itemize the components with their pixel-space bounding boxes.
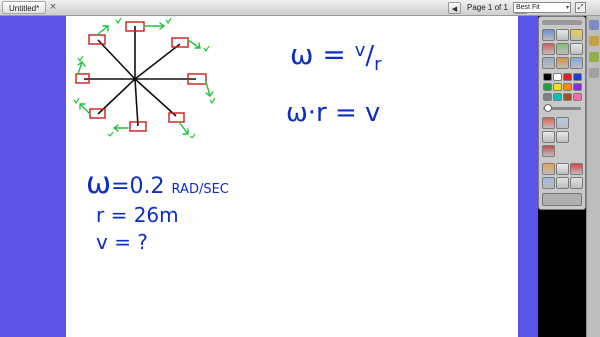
keyboard-icon[interactable] xyxy=(542,177,555,189)
gallery-icon[interactable] xyxy=(589,36,599,46)
velocity-arrow xyxy=(205,81,214,97)
given-omega-symbol: ω xyxy=(86,166,112,201)
spoke-line xyxy=(134,78,177,117)
attachments-icon[interactable] xyxy=(589,52,599,62)
color-swatch[interactable] xyxy=(563,93,572,101)
side-panel xyxy=(586,16,600,337)
color-swatch[interactable] xyxy=(573,93,582,101)
record-icon[interactable] xyxy=(556,163,569,175)
undo-icon[interactable] xyxy=(542,131,555,143)
capture-icon[interactable] xyxy=(542,163,555,175)
color-swatch[interactable] xyxy=(573,73,582,81)
check-mark xyxy=(107,131,114,137)
red-box xyxy=(171,37,189,48)
properties-icon[interactable] xyxy=(589,68,599,78)
chevron-down-icon: ▾ xyxy=(565,4,569,11)
velocity-arrow xyxy=(96,25,109,36)
color-swatch[interactable] xyxy=(553,73,562,81)
screen-icon[interactable] xyxy=(570,57,583,69)
zoom-value: Best Fit xyxy=(516,4,540,11)
tools-palette xyxy=(538,16,586,210)
check-mark xyxy=(209,97,216,105)
velocity-arrow xyxy=(187,39,201,49)
given-omega: ω=0.2 RAD/SEC xyxy=(86,166,229,201)
formula-v-symbol: v xyxy=(354,40,366,61)
toolbar-handle[interactable] xyxy=(542,20,582,25)
spoke-line xyxy=(134,43,181,80)
help-icon[interactable] xyxy=(570,177,583,189)
red-box xyxy=(88,34,106,45)
wheel-diagram xyxy=(73,18,216,138)
eraser-icon[interactable] xyxy=(542,43,555,55)
capture-icon[interactable] xyxy=(542,117,555,129)
document-tab[interactable]: Untitled* xyxy=(2,1,47,14)
given-radius: r = 26m xyxy=(96,203,179,227)
color-swatch[interactable] xyxy=(563,83,572,91)
formula-slash: / xyxy=(365,41,375,71)
formula-omega-lhs: ω = xyxy=(290,38,355,71)
left-margin xyxy=(0,16,66,337)
close-icon[interactable]: × xyxy=(47,1,59,14)
color-swatch[interactable] xyxy=(573,83,582,91)
formula-r-symbol: r xyxy=(374,54,382,75)
color-swatch[interactable] xyxy=(563,73,572,81)
fill-icon[interactable] xyxy=(556,57,569,69)
select-icon[interactable] xyxy=(542,29,555,41)
velocity-arrow xyxy=(178,121,189,135)
red-box xyxy=(168,112,185,123)
check-mark xyxy=(203,45,210,53)
spoke-line xyxy=(97,39,136,80)
given-velocity: v = ? xyxy=(96,230,148,254)
velocity-arrow xyxy=(77,61,86,75)
highlighter-icon[interactable] xyxy=(570,29,583,41)
velocity-arrow xyxy=(79,103,91,115)
settings-icon[interactable] xyxy=(556,177,569,189)
check-mark xyxy=(77,55,84,63)
given-omega-value: =0.2 xyxy=(111,174,172,199)
pages-icon[interactable] xyxy=(589,20,599,30)
table-icon[interactable] xyxy=(556,117,569,129)
color-swatch[interactable] xyxy=(553,83,562,91)
text-icon[interactable] xyxy=(570,43,583,55)
formula-omega-equals: ω = v/r xyxy=(290,38,382,75)
color-swatch[interactable] xyxy=(543,93,552,101)
toolbar-footer[interactable] xyxy=(542,193,582,206)
check-mark xyxy=(73,97,80,105)
check-mark xyxy=(165,18,172,25)
whiteboard-app: Untitled* × ◀ Page 1 of 1 ▶ Best Fit ▾ ⤢ xyxy=(0,0,600,337)
zoom-select[interactable]: Best Fit ▾ xyxy=(513,2,571,13)
formula-omega-times-r: ω·r = v xyxy=(286,98,381,128)
right-margin xyxy=(518,16,538,337)
line-icon[interactable] xyxy=(542,57,555,69)
velocity-arrow xyxy=(143,22,166,30)
velocity-arrow xyxy=(112,124,129,132)
thickness-slider[interactable] xyxy=(543,104,581,112)
check-mark xyxy=(189,133,196,138)
color-swatch[interactable] xyxy=(543,83,552,91)
whiteboard-canvas[interactable]: ω = v/r ω·r = v ω=0.2 RAD/SEC r = 26m v … xyxy=(66,16,518,337)
spoke-line xyxy=(134,78,139,127)
previous-page-button[interactable]: ◀ xyxy=(448,1,461,14)
delete-icon[interactable] xyxy=(542,145,555,157)
stop-icon[interactable] xyxy=(570,163,583,175)
check-mark xyxy=(115,18,122,25)
given-omega-unit: RAD/SEC xyxy=(171,182,229,197)
pen-icon[interactable] xyxy=(556,29,569,41)
redo-icon[interactable] xyxy=(556,131,569,143)
page-indicator: Page 1 of 1 xyxy=(467,3,508,12)
slider-knob[interactable] xyxy=(544,104,552,112)
shape-icon[interactable] xyxy=(556,43,569,55)
color-swatch[interactable] xyxy=(553,93,562,101)
title-bar: Untitled* × ◀ Page 1 of 1 ▶ Best Fit ▾ ⤢ xyxy=(0,0,600,16)
color-swatch[interactable] xyxy=(543,73,552,81)
fullscreen-icon[interactable]: ⤢ xyxy=(575,2,586,13)
